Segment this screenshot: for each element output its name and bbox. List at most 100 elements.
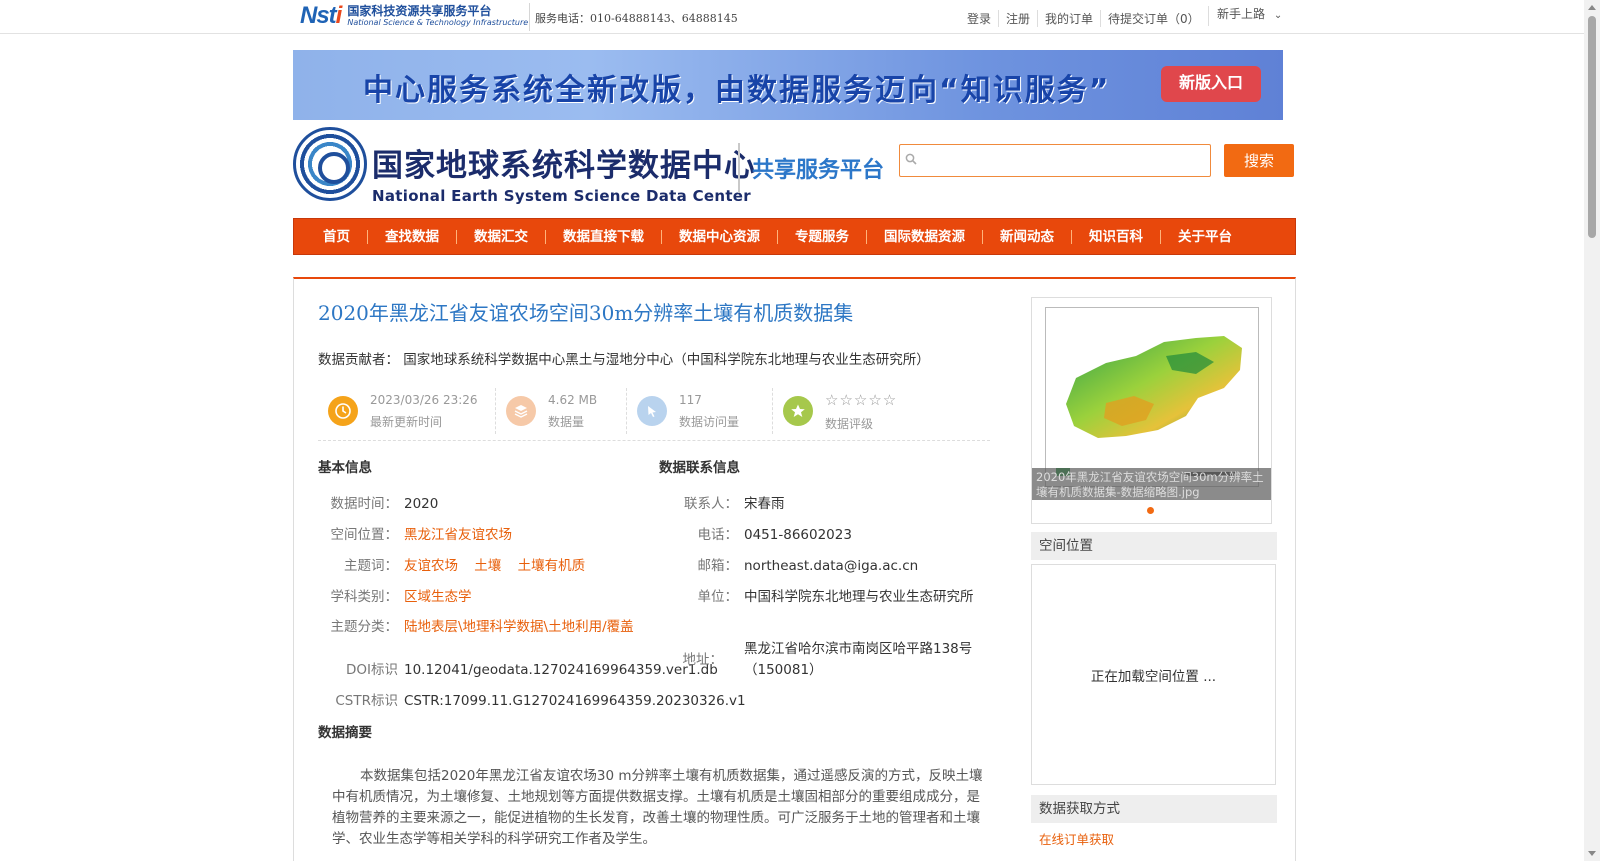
nav-home[interactable]: 首页	[306, 230, 367, 244]
nav-topic-services[interactable]: 专题服务	[777, 229, 866, 244]
nsti-logo-en: National Science & Technology Infrastruc…	[347, 18, 529, 27]
basic-info-heading: 基本信息	[318, 460, 372, 476]
contact-person: 联系人： 宋春雨	[659, 494, 785, 515]
stat-data-size-label: 数据量	[548, 414, 585, 429]
nav-data-submission[interactable]: 数据汇交	[456, 229, 545, 244]
info-doi: DOI标识 10.12041/geodata.127024169964359.v…	[318, 660, 718, 681]
scroll-up-icon[interactable]	[1588, 5, 1596, 10]
spatial-map[interactable]: 正在加载空间位置 ...	[1031, 564, 1276, 785]
topbar-divider	[529, 3, 530, 31]
info-data-time: 数据时间： 2020	[318, 494, 439, 515]
nav-center-resources[interactable]: 数据中心资源	[661, 229, 777, 244]
newbie-guide-label: 新手上路	[1217, 7, 1266, 21]
stat-visits-label: 数据访问量	[679, 414, 740, 429]
info-label: DOI标识	[345, 662, 398, 678]
contact-value: 中国科学院东北地理与农业生态研究所	[744, 589, 974, 605]
info-value: 2020	[404, 496, 439, 512]
stat-data-size-value: 4.62 MB	[548, 392, 598, 407]
carousel-dot[interactable]	[1147, 507, 1154, 514]
banner-text: 中心服务系统全新改版，由数据服务迈向“知识服务”	[363, 73, 1111, 108]
info-spatial-location: 空间位置： 黑龙江省友谊农场	[318, 525, 524, 546]
search-box	[899, 144, 1211, 177]
stat-visits-value: 117	[679, 392, 702, 407]
stat-update-time-label: 最新更新时间	[370, 414, 443, 429]
nav-find-data[interactable]: 查找数据	[367, 229, 456, 244]
chevron-down-icon: ⌄	[1273, 10, 1283, 21]
info-value: CSTR:17099.11.G127024169964359.20230326.…	[404, 693, 746, 709]
my-orders-link[interactable]: 我的订单	[1037, 10, 1100, 27]
stat-data-size: 4.62 MB 数据量	[496, 388, 627, 434]
thumbnail-carousel[interactable]: 2020年黑龙江省友谊农场空间30m分辨率土壤有机质数据集-数据缩略图.jpg	[1031, 297, 1272, 524]
page-scrollbar[interactable]	[1584, 0, 1600, 861]
spatial-location-link[interactable]: 黑龙江省友谊农场	[404, 527, 512, 543]
contact-address: 地址： 黑龙江省哈尔滨市南岗区哈平路138号（150081）	[659, 639, 984, 681]
contact-value: 宋春雨	[744, 496, 785, 512]
spatial-loading-text: 正在加载空间位置 ...	[1090, 668, 1217, 685]
contact-organization: 单位： 中国科学院东北地理与农业生态研究所	[659, 587, 984, 608]
nsti-logo-text: 国家科技资源共享服务平台 National Science & Technolo…	[347, 5, 528, 27]
contact-label: 单位：	[697, 589, 739, 605]
nsti-logo[interactable]: Nsti 国家科技资源共享服务平台 National Science & Tec…	[300, 2, 528, 30]
stat-rating-label: 数据评级	[825, 416, 874, 431]
nav-knowledge[interactable]: 知识百科	[1071, 229, 1160, 244]
dataset-stats: 2023/03/26 23:26 最新更新时间 4.62 MB 数据量 117 …	[318, 383, 990, 441]
pending-orders-link[interactable]: 待提交订单（0）	[1100, 10, 1207, 27]
stat-update-time-value: 2023/03/26 23:26	[370, 392, 478, 407]
info-label: 学科类别：	[330, 589, 399, 605]
login-link[interactable]: 登录	[960, 10, 998, 27]
contact-info-heading: 数据联系信息	[659, 460, 740, 476]
search-input[interactable]	[917, 145, 1210, 176]
new-version-entry-button[interactable]: 新版入口	[1161, 66, 1261, 102]
main-nav: 首页 查找数据 数据汇交 数据直接下载 数据中心资源 专题服务 国际数据资源 新…	[293, 218, 1296, 255]
info-discipline: 学科类别： 区域生态学	[318, 587, 484, 608]
thumbnail-image[interactable]	[1045, 307, 1259, 487]
contact-label: 地址：	[682, 651, 724, 668]
keyword-link[interactable]: 土壤	[474, 558, 501, 574]
stat-rating: ☆☆☆☆☆ 数据评级	[773, 388, 973, 434]
topic-category-link[interactable]: 陆地表层\地理科学数据\土地利用/覆盖	[404, 619, 634, 635]
info-cstr: CSTR标识 CSTR:17099.11.G127024169964359.20…	[318, 691, 746, 712]
nsti-logo-mark: Nsti	[300, 2, 342, 29]
top-links: 登录 注册 我的订单 待提交订单（0）	[960, 10, 1207, 27]
keyword-link[interactable]: 土壤有机质	[518, 558, 586, 574]
search-icon	[905, 153, 917, 169]
star-icon	[783, 396, 813, 426]
abstract-text: 本数据集包括2020年黑龙江省友谊农场30 m分辨率土壤有机质数据集，通过遥感反…	[332, 768, 983, 847]
info-topic-category: 主题分类： 陆地表层\地理科学数据\土地利用/覆盖	[318, 617, 646, 638]
dataset-title: 2020年黑龙江省友谊农场空间30m分辨率土壤有机质数据集	[318, 301, 854, 325]
scroll-down-icon[interactable]	[1588, 851, 1596, 856]
contributor-value: 国家地球系统科学数据中心黑土与湿地分中心（中国科学院东北地理与农业生态研究所）	[403, 352, 930, 368]
scrollbar-thumb[interactable]	[1588, 16, 1596, 238]
top-bar: Nsti 国家科技资源共享服务平台 National Science & Tec…	[0, 0, 1584, 34]
search-button[interactable]: 搜索	[1224, 144, 1294, 177]
contact-phone: 电话： 0451-86602023	[659, 525, 852, 546]
rating-stars[interactable]: ☆☆☆☆☆	[825, 391, 897, 409]
data-center-name-en: National Earth System Science Data Cente…	[372, 187, 751, 205]
spatial-location-heading: 空间位置	[1031, 532, 1277, 560]
data-center-name-cn: 国家地球系统科学数据中心	[372, 148, 756, 184]
data-center-name: 国家地球系统科学数据中心 National Earth System Scien…	[372, 140, 756, 205]
cursor-icon	[637, 396, 667, 426]
newbie-guide-dropdown[interactable]: 新手上路 ⌄	[1208, 6, 1282, 26]
service-hotline: 服务电话：010-64888143、64888145	[535, 12, 738, 25]
nav-direct-download[interactable]: 数据直接下载	[545, 229, 661, 244]
contributor-line: 数据贡献者： 国家地球系统科学数据中心黑土与湿地分中心（中国科学院东北地理与农业…	[318, 348, 930, 368]
contact-label: 联系人：	[684, 496, 738, 512]
nav-news[interactable]: 新闻动态	[982, 229, 1071, 244]
header-divider	[738, 143, 740, 193]
keyword-link[interactable]: 友谊农场	[404, 558, 458, 574]
nav-international-resources[interactable]: 国际数据资源	[866, 229, 982, 244]
info-label: 主题分类：	[330, 619, 399, 635]
info-label: 主题词：	[344, 558, 398, 574]
stat-visits: 117 数据访问量	[627, 388, 773, 434]
info-label: CSTR标识	[335, 693, 398, 709]
data-center-seal-logo[interactable]	[293, 127, 367, 201]
discipline-link[interactable]: 区域生态学	[404, 589, 472, 605]
online-order-link[interactable]: 在线订单获取	[1039, 829, 1114, 848]
contact-label: 电话：	[697, 527, 739, 543]
abstract-heading: 数据摘要	[318, 725, 372, 741]
promo-banner[interactable]: 中心服务系统全新改版，由数据服务迈向“知识服务” 新版入口	[293, 50, 1283, 120]
contact-value: 黑龙江省哈尔滨市南岗区哈平路138号（150081）	[744, 641, 973, 678]
register-link[interactable]: 注册	[998, 10, 1037, 27]
nav-about[interactable]: 关于平台	[1160, 229, 1249, 244]
